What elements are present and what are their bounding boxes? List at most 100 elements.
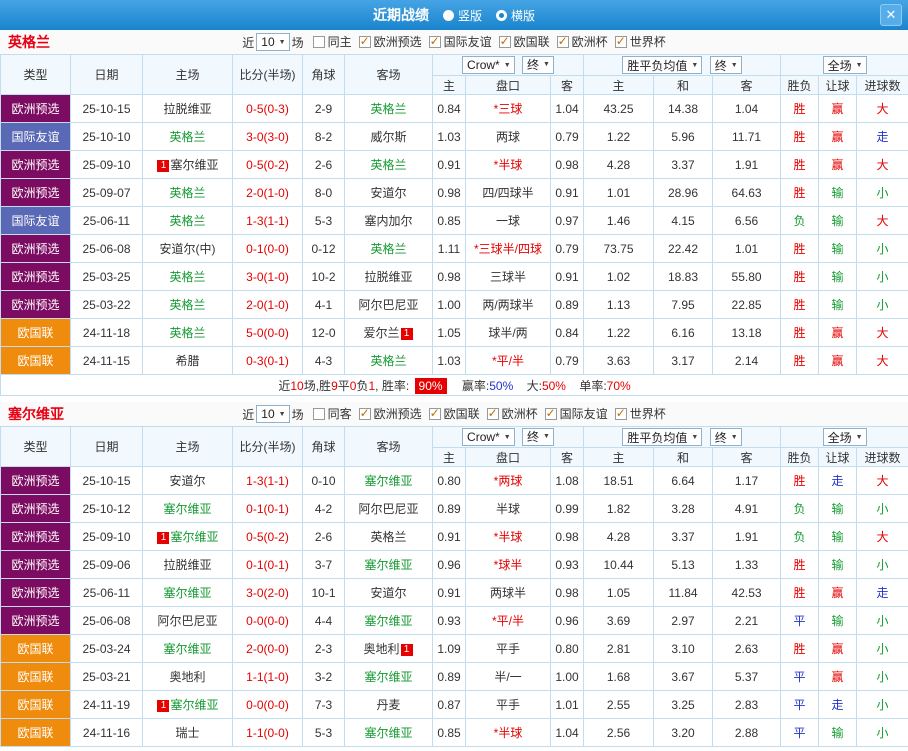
- avg-away-odds: 1.17: [712, 466, 782, 495]
- handicap-line: 球半/两: [465, 318, 551, 347]
- filter-checkbox[interactable]: 欧洲杯: [556, 33, 608, 50]
- team-label: 塞尔维亚: [364, 670, 413, 684]
- col-result-goals: 进球数: [856, 447, 908, 467]
- odds-time-select[interactable]: 终 ▼: [522, 55, 554, 74]
- match-row: 欧洲预选 25-06-08 阿尔巴尼亚 0-0(0-0) 4-4 塞尔维亚 0.93 *平/半…: [0, 606, 908, 635]
- match-score: 3-0(3-0): [232, 122, 303, 151]
- result-outcome: 胜: [780, 346, 820, 375]
- avg-time-select[interactable]: 终 ▼: [709, 56, 742, 74]
- serbia-section-header: 塞尔维亚 近 10▼ 场 同客 欧洲预选 欧国联 欧洲杯 国际友谊 世界杯: [0, 402, 908, 426]
- recent-count-select[interactable]: 10 ▼: [256, 405, 290, 423]
- odds-time-select[interactable]: 终 ▼: [522, 427, 554, 446]
- match-score: 0-1(0-1): [232, 550, 303, 579]
- handicap-line: 半球: [465, 494, 551, 523]
- avg-odds-select[interactable]: 胜平负均值 ▼: [622, 428, 703, 446]
- team-label: 拉脱维亚: [364, 270, 413, 284]
- handicap-home-odds: 0.91: [432, 150, 466, 179]
- avg-home-odds: 73.75: [583, 234, 655, 263]
- handicap-home-odds: 0.89: [432, 662, 466, 691]
- match-row: 欧国联 24-11-16 瑞士 1-1(0-0) 5-3 塞尔维亚 0.85 *半球 1.04 2…: [0, 718, 908, 747]
- checkbox-icon: [544, 406, 557, 420]
- filter-checkbox[interactable]: 同客: [312, 405, 352, 422]
- filter-checkbox[interactable]: 同主: [312, 33, 352, 50]
- filter-checkbox[interactable]: 国际友谊: [428, 33, 492, 50]
- match-type: 欧国联: [0, 318, 71, 347]
- filter-checkbox[interactable]: 欧洲预选: [358, 405, 422, 422]
- corner-count: 8-0: [302, 178, 345, 207]
- filter-checkbox[interactable]: 世界杯: [614, 405, 666, 422]
- filter-checkbox[interactable]: 世界杯: [614, 33, 666, 50]
- match-row: 国际友谊 25-10-10 英格兰 3-0(3-0) 8-2 威尔斯 1.03 两球 0.79 1…: [0, 122, 908, 151]
- handicap-away-odds: 1.08: [549, 466, 585, 495]
- avg-home-odds: 3.63: [583, 346, 655, 375]
- avg-draw-odds: 28.96: [653, 178, 714, 207]
- serbia-filter-bar: 近 10▼ 场 同客 欧洲预选 欧国联 欧洲杯 国际友谊 世界杯: [241, 405, 666, 423]
- avg-home-odds: 1.82: [583, 494, 655, 523]
- home-team: 奥地利: [142, 662, 233, 691]
- result-goals: 大: [856, 522, 908, 551]
- col-odds-line: 盘口: [465, 75, 551, 95]
- handicap-home-odds: 0.85: [432, 206, 466, 235]
- filter-checkbox[interactable]: 国际友谊: [544, 405, 608, 422]
- avg-odds-select[interactable]: 胜平负均值 ▼: [622, 56, 703, 74]
- avg-draw-odds: 14.38: [653, 94, 714, 123]
- close-button[interactable]: ✕: [880, 4, 902, 26]
- away-team: 奥地利 1: [344, 634, 433, 663]
- result-outcome: 胜: [780, 262, 820, 291]
- avg-draw-odds: 3.67: [653, 662, 714, 691]
- table-header-row-1: 类型 日期 主场 比分(半场) 角球 客场 Crow* ▼ 终 ▼ 胜平负均值 ▼ 终…: [0, 426, 908, 467]
- match-score: 2-0(1-0): [232, 290, 303, 319]
- away-team: 英格兰: [344, 150, 433, 179]
- result-goals: 小: [856, 178, 908, 207]
- match-date: 25-10-15: [70, 94, 143, 123]
- filter-checkbox[interactable]: 欧洲预选: [358, 33, 422, 50]
- handicap-line: 平手: [465, 690, 551, 719]
- handicap-home-odds: 0.96: [432, 550, 466, 579]
- view-vertical-radio[interactable]: 竖版: [442, 7, 482, 24]
- filter-checkbox[interactable]: 欧国联: [428, 405, 480, 422]
- red-card-badge: 1: [400, 328, 413, 340]
- handicap-away-odds: 0.79: [549, 122, 585, 151]
- odds-source-select[interactable]: Crow* ▼: [462, 428, 515, 447]
- result-outcome: 胜: [780, 150, 820, 179]
- red-card-badge: 1: [157, 700, 170, 712]
- away-team: 阿尔巴尼亚: [344, 494, 433, 523]
- result-goals: 小: [856, 634, 908, 663]
- match-type: 欧洲预选: [0, 494, 71, 523]
- team-label: 瑞士: [175, 726, 200, 740]
- serbia-section: 塞尔维亚 近 10▼ 场 同客欧洲预选欧国联欧洲杯国际友谊世界杯 类型 日期 主…: [0, 402, 908, 747]
- team-label: 塞尔维亚: [163, 586, 212, 600]
- filter-checkbox[interactable]: 欧国联: [498, 33, 550, 50]
- team-label: 阿尔巴尼亚: [358, 298, 419, 312]
- result-outcome: 平: [780, 662, 820, 691]
- match-row: 欧国联 25-03-21 奥地利 1-1(1-0) 3-2 塞尔维亚 0.89 半/一 1.00…: [0, 662, 908, 691]
- match-type: 欧洲预选: [0, 94, 71, 123]
- avg-draw-odds: 22.42: [653, 234, 714, 263]
- handicap-home-odds: 1.00: [432, 290, 466, 319]
- avg-time-select[interactable]: 终 ▼: [709, 428, 742, 446]
- match-type: 国际友谊: [0, 122, 71, 151]
- handicap-away-odds: 0.96: [549, 606, 585, 635]
- scope-select[interactable]: 全场 ▼: [822, 428, 867, 446]
- team-label: 奥地利: [169, 670, 206, 684]
- avg-home-odds: 1.01: [583, 178, 655, 207]
- team-label: 塞尔维亚: [163, 502, 212, 516]
- odds-group-header: Crow* ▼ 终 ▼: [431, 54, 585, 76]
- avg-draw-odds: 7.95: [653, 290, 714, 319]
- match-type: 欧洲预选: [0, 606, 71, 635]
- result-goals: 小: [856, 262, 908, 291]
- match-score: 0-0(0-0): [232, 606, 303, 635]
- recent-count-select[interactable]: 10 ▼: [256, 33, 290, 51]
- team-label: 拉脱维亚: [163, 102, 212, 116]
- col-corners: 角球: [302, 426, 345, 467]
- corner-count: 2-9: [302, 94, 345, 123]
- scope-select[interactable]: 全场 ▼: [822, 56, 867, 74]
- odds-source-select[interactable]: Crow* ▼: [462, 56, 515, 75]
- avg-home-odds: 1.22: [583, 318, 655, 347]
- col-type: 类型: [0, 54, 71, 95]
- result-outcome: 胜: [780, 178, 820, 207]
- away-team: 阿尔巴尼亚: [344, 290, 433, 319]
- view-horizontal-radio[interactable]: 横版: [496, 7, 535, 24]
- team-label: 安道尔(中): [159, 242, 216, 256]
- filter-checkbox[interactable]: 欧洲杯: [486, 405, 538, 422]
